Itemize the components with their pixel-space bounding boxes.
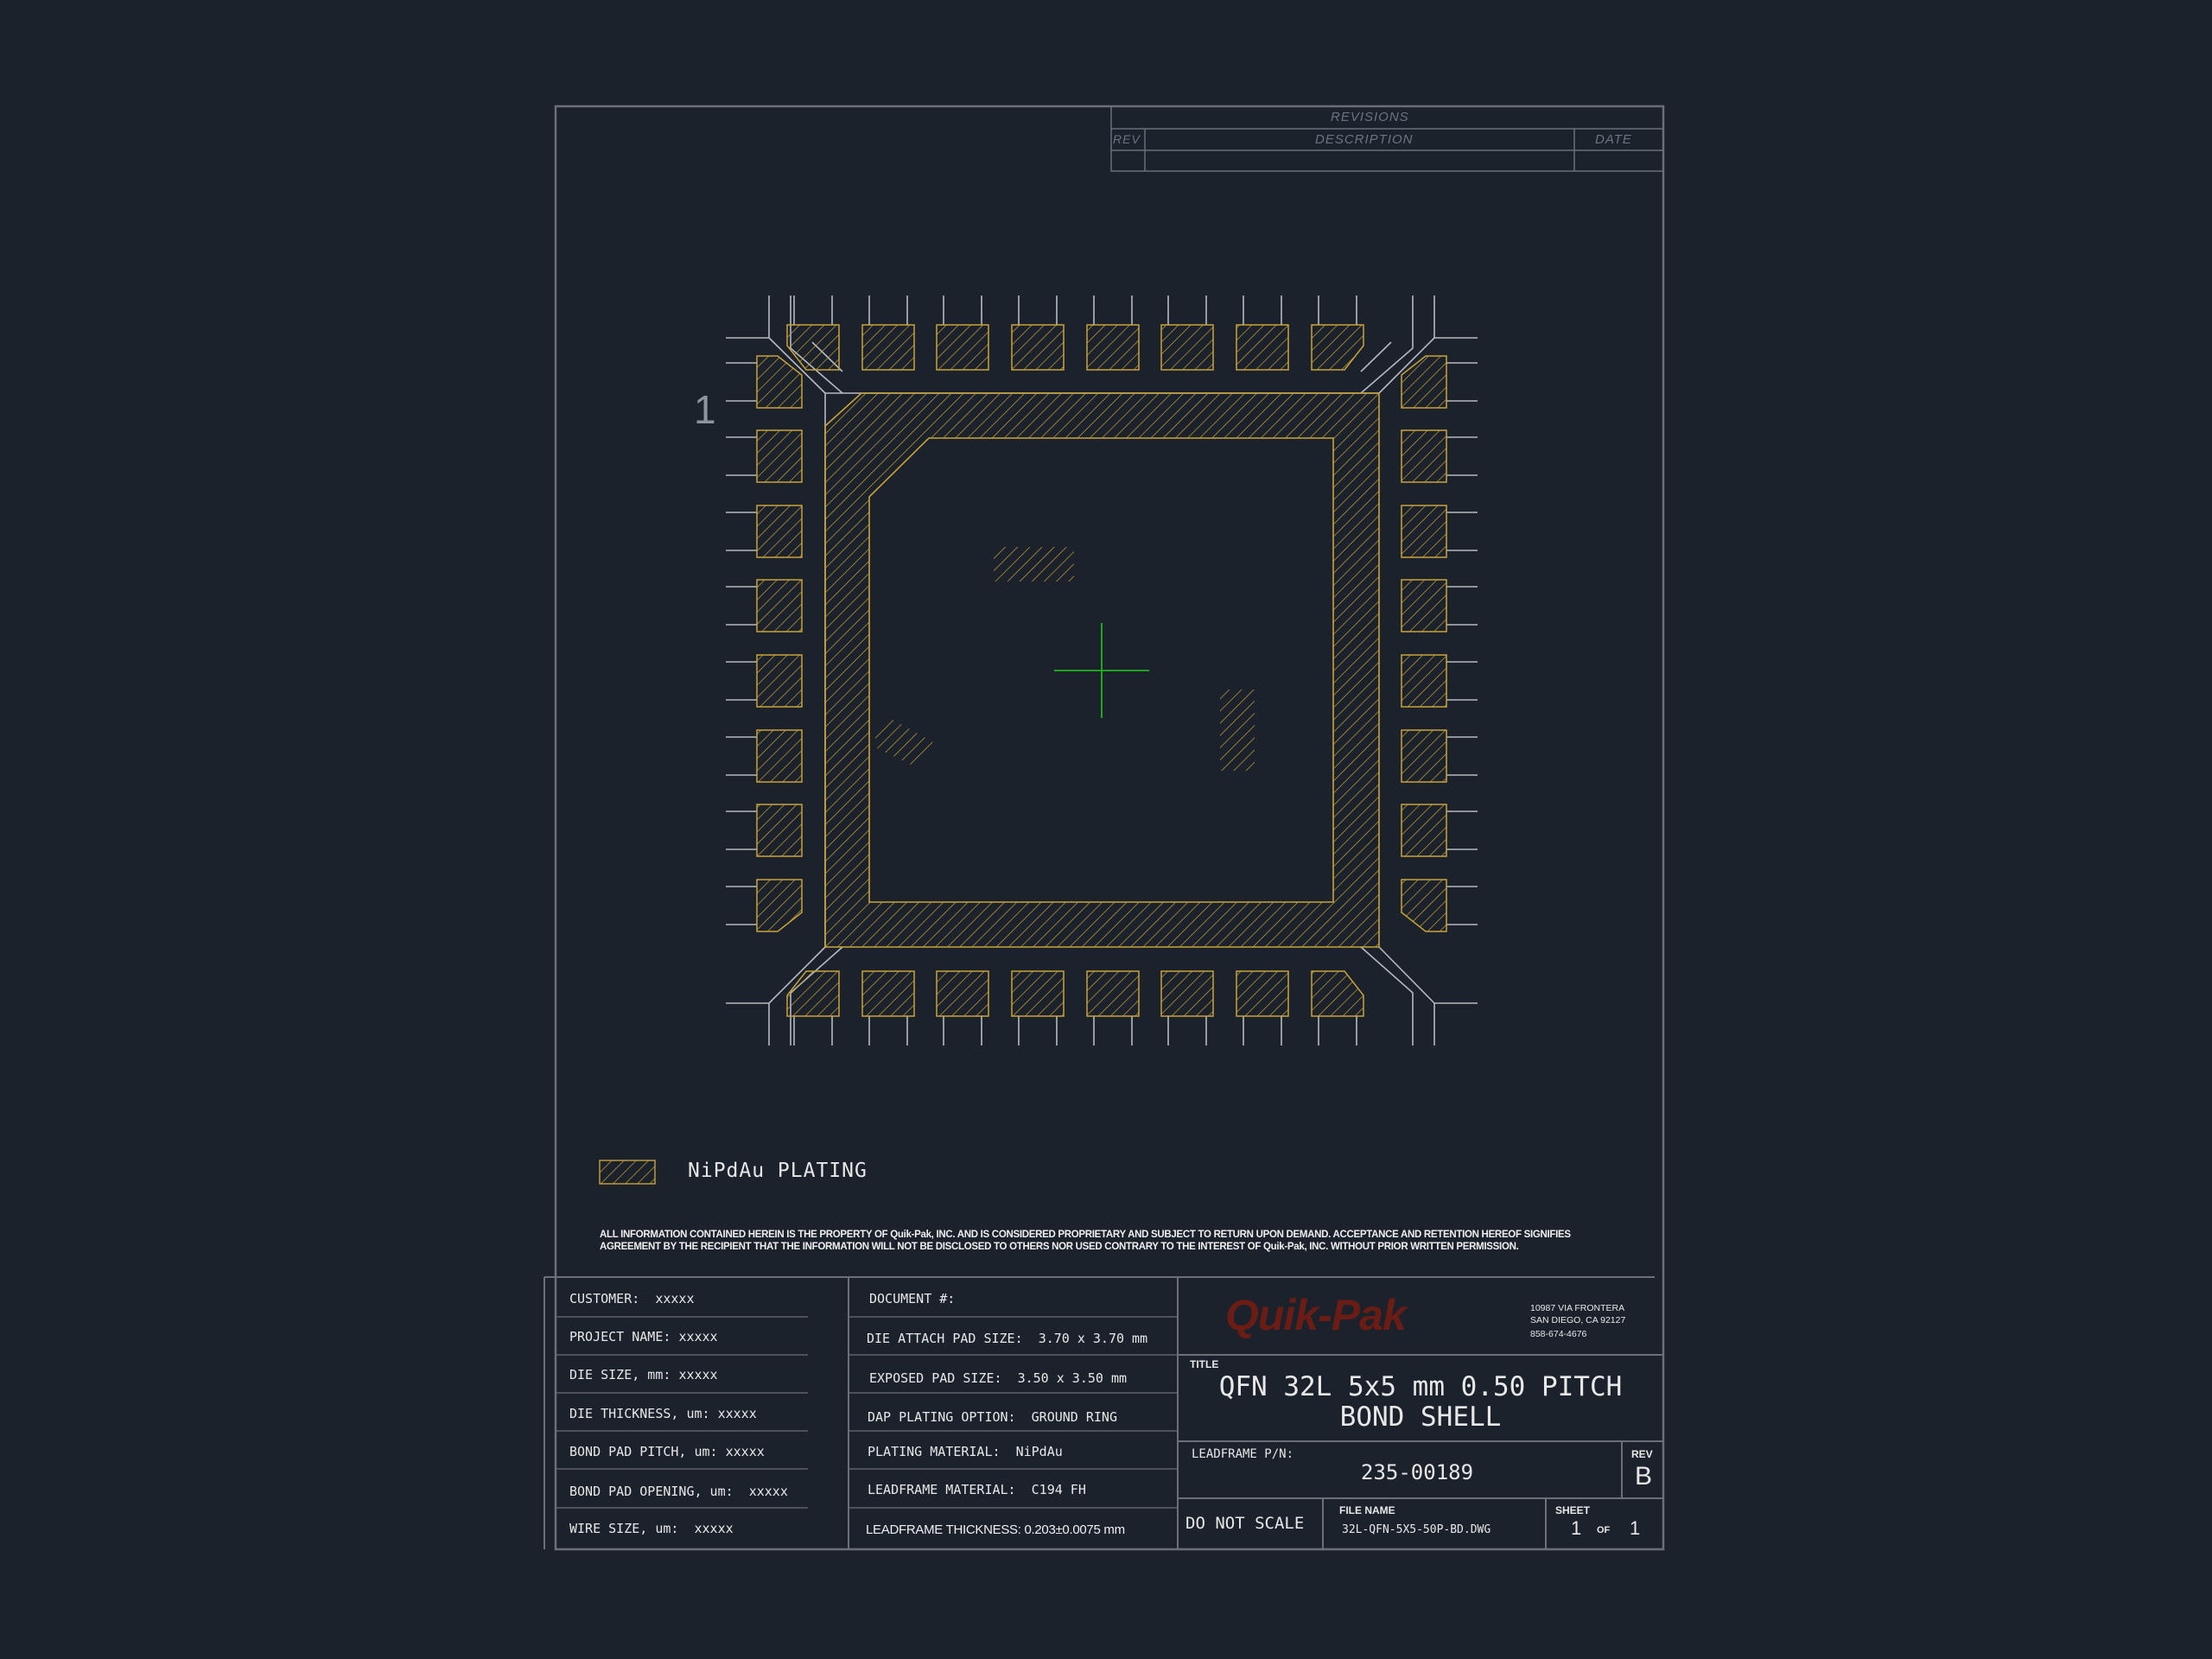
lead-pad-top	[1160, 324, 1214, 371]
drawing-title-line1: QFN 32L 5x5 mm 0.50 PITCH	[1218, 1371, 1623, 1402]
lead-pad-top	[861, 324, 915, 371]
lead-pad-bottom	[1160, 970, 1214, 1017]
do-not-scale-note: DO NOT SCALE	[1185, 1514, 1305, 1533]
lead-pad-right	[1401, 654, 1447, 708]
field-plating-material: PLATING MATERIAL: NiPdAu	[868, 1444, 1063, 1459]
tie-bar	[1378, 946, 1435, 1004]
sheet-total: 1	[1630, 1517, 1641, 1539]
lead-pad-left	[756, 579, 803, 632]
lead-pad-bottom	[1311, 970, 1364, 1017]
frame-corner	[1360, 946, 1414, 1046]
spot-plating-left	[875, 720, 933, 767]
revisions-col-rev: REV	[1113, 132, 1141, 146]
spot-plating-right	[1220, 690, 1255, 771]
corner-tick	[1360, 341, 1392, 372]
field-bond-pad-opening: BOND PAD OPENING, um: xxxxx	[569, 1484, 788, 1499]
field-dap-plating-option: DAP PLATING OPTION: GROUND RING	[868, 1409, 1117, 1425]
lead-pad-left	[756, 879, 803, 932]
field-wire-size: WIRE SIZE, um: xxxxx	[569, 1521, 734, 1536]
sheet-number: 1	[1571, 1517, 1582, 1539]
lead-pad-bottom	[936, 970, 989, 1017]
disclaimer-line2: AGREEMENT BY THE RECIPIENT THAT THE INFO…	[600, 1242, 1519, 1252]
lead-pad-left	[756, 654, 803, 708]
company-address-line2: SAN DIEGO, CA 92127	[1530, 1315, 1626, 1325]
sheet-label: SHEET	[1555, 1504, 1591, 1516]
spot-plating-top	[994, 547, 1074, 582]
lead-pad-bottom	[1236, 970, 1289, 1017]
lead-pad-left	[756, 729, 803, 783]
field-die-size: DIE SIZE, mm: xxxxx	[569, 1367, 718, 1382]
lead-pad-bottom	[1011, 970, 1065, 1017]
frame-corner	[1433, 1002, 1478, 1046]
lead-pad-top	[1011, 324, 1065, 371]
pin1-label: 1	[694, 387, 716, 432]
field-die-thickness: DIE THICKNESS, um: xxxxx	[569, 1406, 757, 1421]
field-customer: CUSTOMER: xxxxx	[569, 1291, 695, 1306]
frame-corner	[726, 1002, 770, 1046]
file-name-label: FILE NAME	[1339, 1504, 1395, 1516]
field-leadframe-material: LEADFRAME MATERIAL: C194 FH	[868, 1482, 1086, 1497]
revisions-col-date: DATE	[1595, 132, 1632, 147]
lead-pad-top	[936, 324, 989, 371]
lead-pad-left	[756, 505, 803, 558]
file-name-value: 32L-QFN-5X5-50P-BD.DWG	[1342, 1523, 1491, 1536]
lead-pad-right	[1401, 879, 1447, 932]
lead-pad-left	[756, 804, 803, 857]
disclaimer-line1: ALL INFORMATION CONTAINED HEREIN IS THE …	[600, 1230, 1571, 1240]
lead-pad-left	[756, 429, 803, 483]
lead-pad-top	[1086, 324, 1140, 371]
lead-pad-right	[1401, 505, 1447, 558]
lead-pad-top	[1311, 324, 1364, 371]
field-exposed-pad-size: EXPOSED PAD SIZE: 3.50 x 3.50 mm	[869, 1370, 1128, 1386]
sheet-of-label: OF	[1597, 1525, 1611, 1535]
rev-label: REV	[1631, 1448, 1653, 1460]
frame-corner	[1433, 296, 1478, 339]
field-die-attach-pad-size: DIE ATTACH PAD SIZE: 3.70 x 3.70 mm	[867, 1331, 1148, 1346]
company-address-line1: 10987 VIA FRONTERA	[1530, 1303, 1625, 1313]
center-mark	[1054, 623, 1149, 718]
lead-pad-bottom	[861, 970, 915, 1017]
legend-swatch	[599, 1160, 656, 1185]
lead-pad-right	[1401, 804, 1447, 857]
field-leadframe-thickness: LEADFRAME THICKNESS: 0.203±0.0075 mm	[866, 1522, 1125, 1537]
legend-label: NiPdAu PLATING	[688, 1160, 868, 1182]
rev-value: B	[1635, 1462, 1653, 1491]
revisions-col-description: DESCRIPTION	[1315, 132, 1414, 147]
drawing-title-line2: BOND SHELL	[1339, 1402, 1502, 1433]
lead-pad-right	[1401, 429, 1447, 483]
company-phone: 858-674-4676	[1530, 1329, 1587, 1339]
field-bond-pad-pitch: BOND PAD PITCH, um: xxxxx	[569, 1444, 765, 1459]
revisions-header: REVISIONS	[1331, 110, 1409, 124]
company-logo: Quik-Pak	[1225, 1291, 1407, 1339]
title-label: TITLE	[1190, 1358, 1219, 1370]
lead-pad-right	[1401, 579, 1447, 632]
lead-pad-bottom	[1086, 970, 1140, 1017]
lead-pad-right	[1401, 729, 1447, 783]
leadframe-pn-label: LEADFRAME P/N:	[1192, 1447, 1294, 1461]
lead-pad-top	[1236, 324, 1289, 371]
field-document-number: DOCUMENT #:	[869, 1291, 956, 1306]
field-project-name: PROJECT NAME: xxxxx	[569, 1329, 718, 1344]
frame-corner	[726, 296, 770, 339]
leadframe-pn-value: 235-00189	[1361, 1460, 1474, 1484]
